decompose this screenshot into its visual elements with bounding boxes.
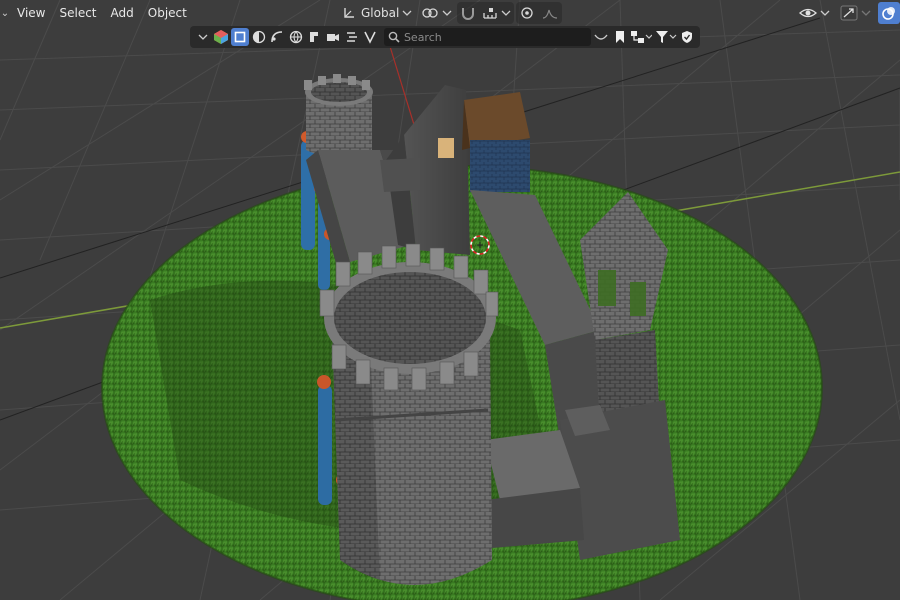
- light-icon[interactable]: [343, 28, 361, 46]
- editor-type-chevron-icon[interactable]: ⌄: [0, 3, 10, 23]
- transform-orientation-icon: [344, 8, 354, 18]
- search-icon: [388, 31, 400, 43]
- chevron-down-icon: [861, 10, 871, 16]
- hierarchy-icon[interactable]: [629, 28, 653, 46]
- chevron-down-icon: [820, 10, 830, 16]
- snap-group: [457, 2, 515, 24]
- chevron-down-icon: [501, 10, 511, 16]
- gizmo-toggle[interactable]: [837, 2, 874, 24]
- chevron-down-icon: [442, 10, 452, 16]
- 3d-viewport[interactable]: [0, 0, 900, 600]
- search-field[interactable]: [383, 28, 592, 46]
- menu-view[interactable]: View: [10, 2, 52, 24]
- falloff-dropdown[interactable]: [538, 2, 562, 24]
- sphere-icon[interactable]: [250, 28, 268, 46]
- overlay-icon: [882, 7, 895, 20]
- big-tower: [319, 243, 499, 585]
- proportional-edit-icon: [521, 7, 533, 19]
- snap-toggle[interactable]: [457, 2, 479, 24]
- object-types-icon[interactable]: [213, 28, 231, 46]
- proportional-edit-toggle[interactable]: [516, 2, 538, 24]
- pivot-point-dropdown[interactable]: [418, 2, 455, 24]
- transform-orientation-label: Global: [361, 6, 400, 20]
- visibility-filter-bar: [190, 26, 700, 48]
- menu-add[interactable]: Add: [104, 2, 141, 24]
- falloff-curve-icon: [543, 9, 558, 19]
- search-input[interactable]: [399, 30, 584, 44]
- transform-orientation-dropdown[interactable]: Global: [338, 2, 416, 24]
- pivot-point-icon: [422, 8, 438, 18]
- snap-magnet-icon: [462, 8, 475, 20]
- visibility-dropdown[interactable]: [796, 2, 833, 24]
- curve-icon[interactable]: [268, 28, 286, 46]
- other-objects-icon[interactable]: [361, 28, 379, 46]
- camera-icon[interactable]: [324, 28, 342, 46]
- transform-tools: Global: [338, 2, 563, 24]
- menu-object[interactable]: Object: [141, 2, 194, 24]
- viewport-header: ⌄ View Select Add Object Global: [0, 0, 900, 26]
- chevron-down-icon: [402, 10, 412, 16]
- link-toggle-icon[interactable]: [592, 28, 610, 46]
- filter-icon[interactable]: [654, 28, 677, 46]
- armature-icon[interactable]: [306, 28, 324, 46]
- house: [462, 92, 530, 192]
- chevron-down-icon[interactable]: [194, 28, 212, 46]
- snap-increment-icon: [483, 8, 497, 19]
- viewport-right-tools: [796, 2, 900, 24]
- eye-visibility-icon: [799, 8, 817, 18]
- overlay-toggle[interactable]: [878, 2, 900, 24]
- small-tower: [304, 74, 373, 158]
- header-menus: ⌄ View Select Add Object: [0, 0, 194, 26]
- proportional-group: [516, 2, 563, 24]
- shield-check-icon[interactable]: [678, 28, 696, 46]
- bookmark-icon[interactable]: [611, 28, 629, 46]
- world-icon[interactable]: [287, 28, 305, 46]
- gizmo-icon: [840, 5, 858, 21]
- snap-target-dropdown[interactable]: [479, 2, 514, 24]
- mesh-select-icon[interactable]: [231, 28, 249, 46]
- menu-select[interactable]: Select: [52, 2, 103, 24]
